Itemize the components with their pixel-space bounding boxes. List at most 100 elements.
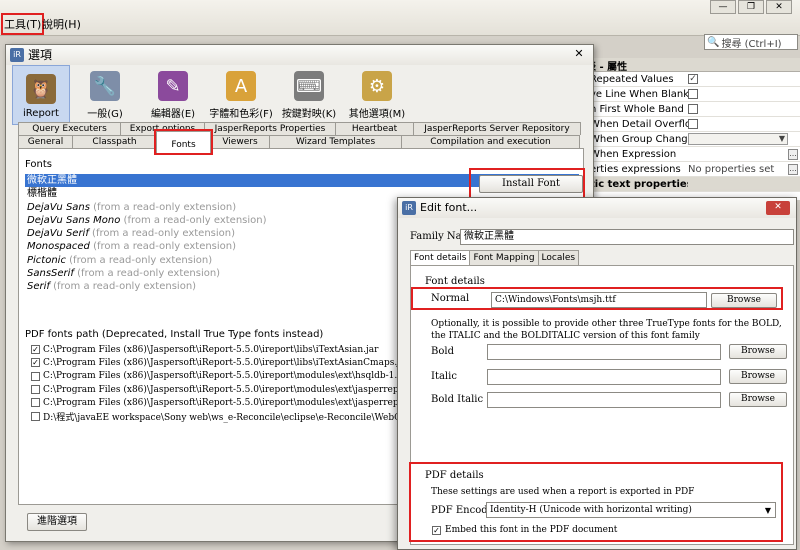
fonts-label: Fonts (25, 159, 52, 170)
options-tab[interactable]: Heartbeat (335, 122, 414, 135)
pdf-encoding-select[interactable]: Identity-H (Unicode with horizontal writ… (486, 502, 776, 518)
ide-close-button[interactable]: ✕ (766, 0, 792, 14)
property-name: erties expressions (590, 163, 681, 175)
property-row[interactable]: When Group Changes▼ (580, 132, 800, 147)
font-note: (from a read-only extension) (53, 281, 197, 293)
font-note: (from a read-only extension) (93, 201, 237, 213)
options-tab[interactable]: Viewers (210, 135, 270, 148)
property-row[interactable]: When Detail Overflows (580, 117, 800, 132)
italic-font-path-input[interactable] (487, 369, 721, 385)
property-checkbox[interactable]: ✓ (688, 74, 698, 84)
tab-font-details[interactable]: Font details (410, 250, 471, 265)
font-path-item[interactable]: ✓ C:\Program Files (x86)\Jaspersoft\iRepo… (31, 356, 401, 369)
category-label: iReport (23, 108, 59, 119)
edit-font-tabs: Font details Font Mapping Locales (410, 250, 580, 265)
advanced-options-button[interactable]: 進階選項 (27, 513, 87, 531)
property-row[interactable]: n First Whole Band (580, 102, 800, 117)
options-tab[interactable]: JasperReports Server Repository (413, 122, 581, 135)
italic-browse-button[interactable]: Browse (729, 369, 787, 384)
embed-font-checkbox[interactable]: ✓ (432, 525, 441, 535)
property-value[interactable] (688, 119, 800, 129)
bold-font-path-input[interactable] (487, 344, 721, 360)
properties-section: tic text properties (580, 177, 800, 192)
font-path-checkbox[interactable] (31, 385, 40, 395)
property-row[interactable]: erties expressions No properties set... (580, 162, 800, 177)
font-path-text: C:\Program Files (x86)\Jaspersoft\iRepor… (43, 397, 401, 408)
property-value[interactable] (688, 89, 800, 99)
category-button[interactable]: ⌨ 按鍵對映(K) (276, 65, 342, 125)
options-tab[interactable]: Fonts (154, 129, 213, 155)
font-path-checkbox[interactable]: ✓ (31, 358, 40, 368)
menu-tools[interactable]: 工具(T) (0, 13, 45, 35)
property-checkbox[interactable] (688, 89, 698, 99)
options-tabs-row-2: General Classpath Fonts Viewers Wizard Templ… (18, 129, 580, 155)
property-value[interactable]: ▼ (688, 133, 800, 145)
ellipsis-button[interactable]: ... (788, 148, 798, 160)
property-checkbox[interactable] (688, 104, 698, 114)
property-value[interactable] (688, 104, 800, 114)
options-title: 選項 (28, 48, 53, 62)
font-note: (from a read-only extension) (92, 228, 236, 240)
minimize-button[interactable]: — (710, 0, 736, 14)
font-path-item[interactable]: C:\Program Files (x86)\Jaspersoft\iRepor… (31, 383, 401, 396)
normal-font-path-input[interactable]: C:\Windows\Fonts\msjh.ttf (491, 292, 707, 308)
font-path-item[interactable]: D:\程式\javaEE workspace\Sony web\ws_e-Rec… (31, 409, 401, 423)
property-row[interactable]: When Expression... (580, 147, 800, 162)
normal-browse-button[interactable]: Browse (711, 293, 777, 308)
property-value[interactable]: ✓ (688, 74, 800, 84)
bold-italic-browse-button[interactable]: Browse (729, 392, 787, 407)
font-path-item[interactable]: ✓ C:\Program Files (x86)\Jaspersoft\iRepo… (31, 343, 401, 356)
options-category-toolbar: 🦉 iReport 🔧 一般(G) ✎ 編輯器(E) A 字體和色彩(F) ⌨ 按鍵對映(K) ⚙ 其… (6, 65, 593, 127)
property-row[interactable]: Repeated Values ✓ (580, 72, 800, 87)
category-button[interactable]: ⚙ 其他選項(M) (344, 65, 410, 125)
options-tab[interactable]: Compilation and execution (401, 135, 580, 148)
font-path-text: D:\程式\javaEE workspace\Sony web\ws_e-Rec… (43, 412, 401, 423)
ellipsis-button[interactable]: ... (788, 163, 798, 175)
category-button[interactable]: A 字體和色彩(F) (208, 65, 274, 125)
ide-search-input[interactable]: 🔍 搜尋 (Ctrl+I) (704, 34, 798, 50)
app-icon: iR (10, 48, 24, 62)
chevron-down-icon[interactable]: ▼ (688, 133, 788, 145)
pdf-encoding-value: Identity-H (Unicode with horizontal writ… (490, 505, 692, 515)
options-tab[interactable]: Classpath (72, 135, 157, 148)
category-label: 字體和色彩(F) (209, 109, 273, 120)
bold-browse-button[interactable]: Browse (729, 344, 787, 359)
tab-font-mapping[interactable]: Font Mapping (469, 250, 539, 265)
options-tab[interactable]: Wizard Templates (269, 135, 402, 148)
properties-panel: 表 - 屬性 Repeated Values ✓ ve Line When Blan… (580, 58, 800, 200)
bold-italic-font-path-input[interactable] (487, 392, 721, 408)
keymap-icon: ⌨ (294, 71, 324, 101)
fonts-colors-icon: A (226, 71, 256, 101)
category-button[interactable]: 🔧 一般(G) (72, 65, 138, 125)
property-row[interactable]: ve Line When Blank (580, 87, 800, 102)
font-path-checkbox[interactable] (31, 371, 40, 381)
misc-icon: ⚙ (362, 71, 392, 101)
bold-italic-label: Bold Italic (431, 394, 484, 405)
category-button[interactable]: ✎ 編輯器(E) (140, 65, 206, 125)
font-path-checkbox[interactable]: ✓ (31, 345, 40, 355)
category-button[interactable]: 🦉 iReport (12, 65, 70, 125)
property-value[interactable]: ... (688, 148, 800, 160)
embed-font-row[interactable]: ✓ Embed this font in the PDF document (432, 525, 617, 535)
optional-fonts-note: Optionally, it is possible to provide ot… (431, 319, 782, 341)
menu-help[interactable]: 說明(H) (42, 16, 81, 32)
family-name-input[interactable]: 微軟正黑體 (460, 229, 794, 245)
font-name: Monospaced (27, 241, 90, 253)
pdf-details-note: These settings are used when a report is… (431, 487, 695, 497)
property-value[interactable]: No properties set... (688, 163, 800, 175)
font-path-item[interactable]: C:\Program Files (x86)\Jaspersoft\iRepor… (31, 370, 401, 383)
maximize-button[interactable]: ❐ (738, 0, 764, 14)
options-tab[interactable]: JasperReports Properties (204, 122, 336, 135)
tab-locales[interactable]: Locales (537, 250, 580, 265)
font-path-checkbox[interactable] (31, 411, 40, 421)
property-checkbox[interactable] (688, 119, 698, 129)
font-path-text: C:\Program Files (x86)\Jaspersoft\iRepor… (43, 344, 379, 355)
install-font-button[interactable]: Install Font (479, 175, 583, 193)
options-tab[interactable]: Query Executers (18, 122, 121, 135)
font-path-item[interactable]: C:\Program Files (x86)\Jaspersoft\iRepor… (31, 396, 401, 409)
font-path-checkbox[interactable] (31, 398, 40, 408)
close-button[interactable]: ✕ (766, 201, 790, 215)
app-icon: iR (402, 201, 416, 215)
options-tab[interactable]: General (18, 135, 73, 148)
close-icon[interactable]: ✕ (569, 47, 589, 62)
